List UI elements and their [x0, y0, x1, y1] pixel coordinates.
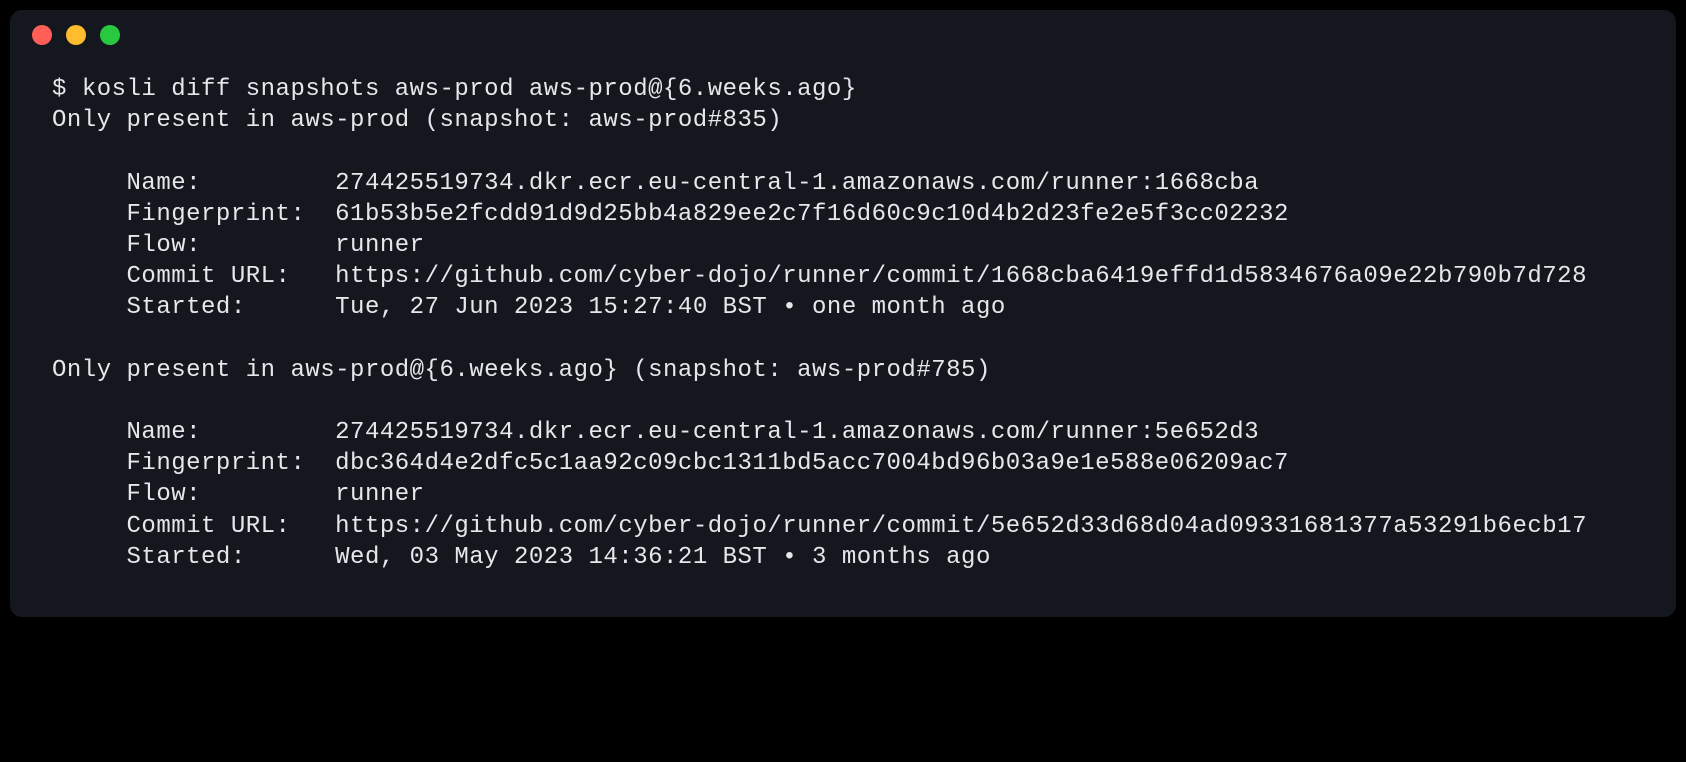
fingerprint-label: Fingerprint: [127, 201, 306, 228]
close-icon[interactable] [32, 25, 52, 45]
terminal-output[interactable]: $ kosli diff snapshots aws-prod aws-prod… [10, 60, 1676, 617]
commit-url-label: Commit URL: [127, 263, 291, 290]
terminal-window: $ kosli diff snapshots aws-prod aws-prod… [10, 10, 1676, 617]
prompt-symbol: $ [52, 76, 67, 103]
fingerprint-value-0: 61b53b5e2fcdd91d9d25bb4a829ee2c7f16d60c9… [335, 201, 1289, 228]
name-label: Name: [127, 170, 202, 197]
commit-url-value-1: https://github.com/cyber-dojo/runner/com… [335, 513, 1587, 540]
artifact-name-0: 274425519734.dkr.ecr.eu-central-1.amazon… [335, 170, 1259, 197]
fingerprint-label: Fingerprint: [127, 450, 306, 477]
commit-url-value-0: https://github.com/cyber-dojo/runner/com… [335, 263, 1587, 290]
started-value-1: Wed, 03 May 2023 14:36:21 BST • 3 months… [335, 544, 991, 571]
started-value-0: Tue, 27 Jun 2023 15:27:40 BST • one mont… [335, 294, 1006, 321]
flow-value-1: runner [335, 481, 424, 508]
started-label: Started: [127, 294, 246, 321]
section-header-1: Only present in aws-prod@{6.weeks.ago} (… [52, 357, 991, 384]
flow-label: Flow: [127, 481, 202, 508]
fingerprint-value-1: dbc364d4e2dfc5c1aa92c09cbc1311bd5acc7004… [335, 450, 1289, 477]
flow-value-0: runner [335, 232, 424, 259]
command-line: $ kosli diff snapshots aws-prod aws-prod… [52, 76, 857, 103]
window-titlebar [10, 10, 1676, 60]
minimize-icon[interactable] [66, 25, 86, 45]
section-header-0: Only present in aws-prod (snapshot: aws-… [52, 107, 782, 134]
maximize-icon[interactable] [100, 25, 120, 45]
flow-label: Flow: [127, 232, 202, 259]
commit-url-label: Commit URL: [127, 513, 291, 540]
name-label: Name: [127, 419, 202, 446]
started-label: Started: [127, 544, 246, 571]
artifact-name-1: 274425519734.dkr.ecr.eu-central-1.amazon… [335, 419, 1259, 446]
command-text: kosli diff snapshots aws-prod aws-prod@{… [82, 76, 857, 103]
